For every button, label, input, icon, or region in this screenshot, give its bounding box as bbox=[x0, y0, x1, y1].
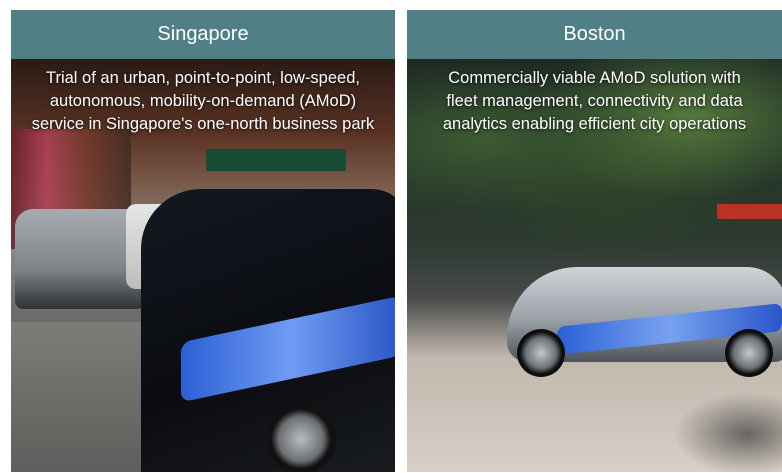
car-wheel-decor bbox=[725, 329, 773, 377]
singapore-panel: Singapore Trial of an urban, point-to-po… bbox=[11, 10, 395, 472]
singapore-caption: Trial of an urban, point-to-point, low-s… bbox=[11, 67, 395, 136]
boston-title: Boston bbox=[407, 10, 782, 59]
car-wheel-decor bbox=[517, 329, 565, 377]
awning-decor bbox=[206, 149, 346, 171]
caption-line: analytics enabling efficient city operat… bbox=[442, 115, 747, 133]
storefront-sign-decor bbox=[717, 204, 782, 219]
boston-caption: Commercially viable AMoD solution with f… bbox=[407, 67, 782, 136]
car-wheel-decor bbox=[266, 404, 336, 472]
caption-line: Commercially viable AMoD solution with bbox=[448, 69, 741, 87]
caption-line: service in Singapore's one-north busines… bbox=[31, 115, 375, 133]
tree-shadow-decor bbox=[667, 389, 782, 472]
caption-line: autonomous, mobility-on-demand (AMoD) bbox=[49, 92, 357, 110]
caption-line: Trial of an urban, point-to-point, low-s… bbox=[46, 69, 360, 87]
caption-line: fleet management, connectivity and data bbox=[446, 92, 743, 110]
singapore-title: Singapore bbox=[11, 10, 395, 59]
boston-panel: Boston Commercially viable AMoD solution… bbox=[407, 10, 782, 472]
